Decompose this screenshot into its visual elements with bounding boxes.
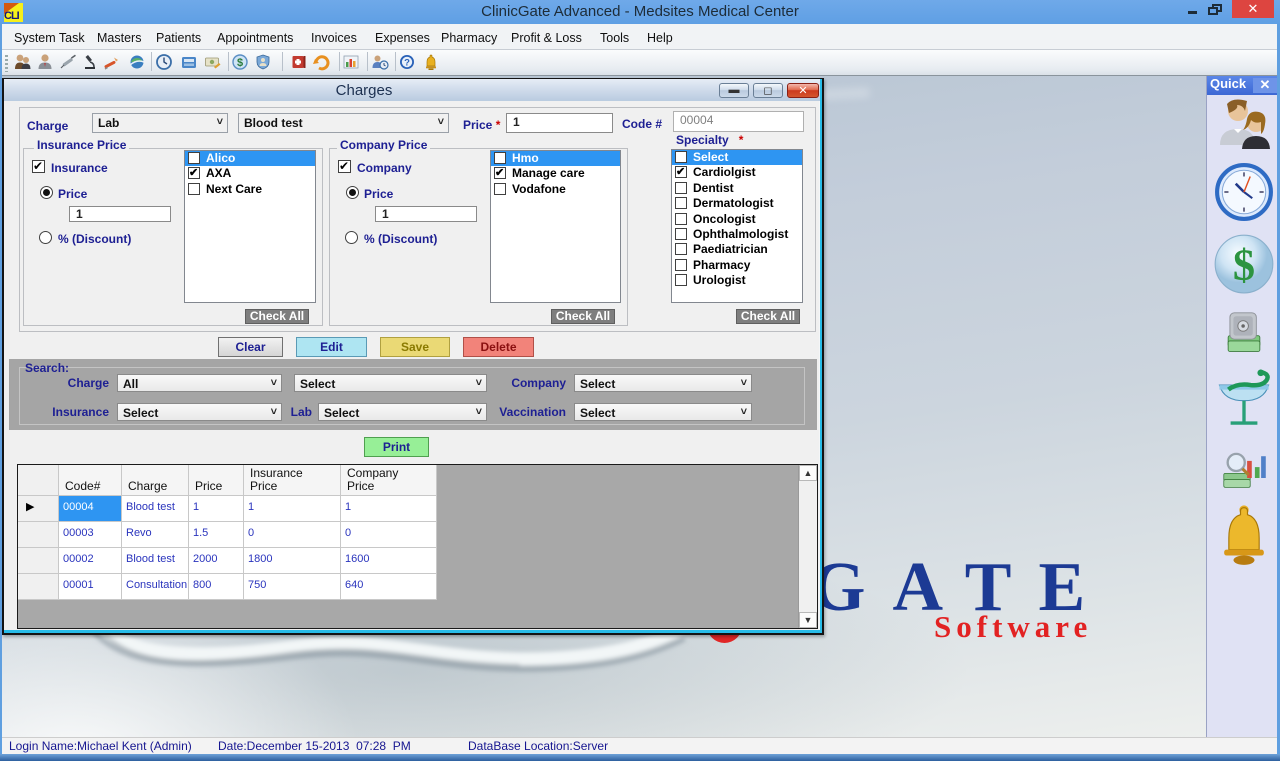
- svg-text:$: $: [1233, 240, 1255, 290]
- svg-text:$: $: [237, 57, 243, 69]
- svg-text:?: ?: [404, 58, 410, 69]
